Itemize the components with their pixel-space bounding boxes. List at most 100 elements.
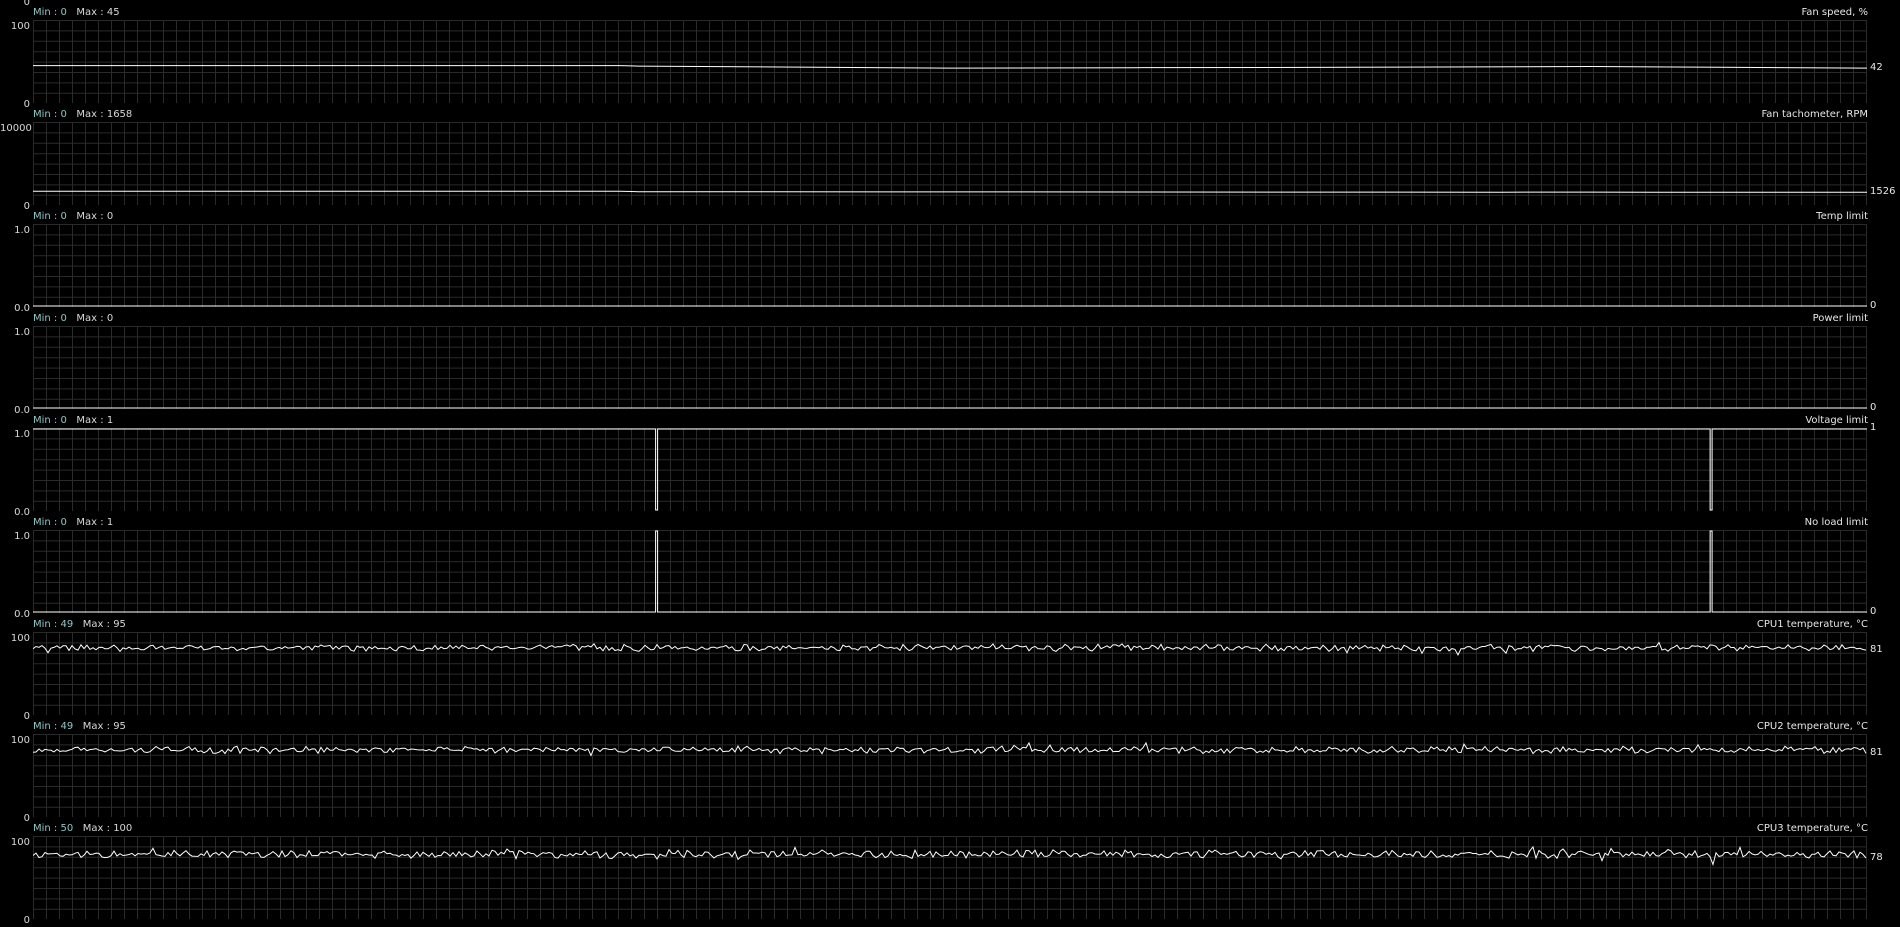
min-label: Min : (33, 721, 58, 732)
max-value: 1 (106, 415, 114, 426)
graph-panel[interactable]: 1.0 0.0 Min : 0 Max : 0 Power limit 0 (0, 306, 1900, 416)
plot-grid (33, 224, 1867, 307)
min-value: 0 (60, 109, 67, 120)
current-value-label: 78 (1870, 852, 1883, 864)
max-label: Max : (76, 109, 104, 120)
graph-plot-area[interactable] (33, 836, 1867, 919)
max-label: Max : (76, 313, 104, 324)
current-value-label: 1526 (1870, 186, 1896, 198)
min-max-readout: Min : 0 Max : 1 (33, 517, 113, 529)
min-label: Min : (33, 619, 58, 630)
graph-panel[interactable]: 100 0 Min : 0 Max : 45 Fan speed, % 42 (0, 0, 1900, 110)
graph-plot-area[interactable] (33, 632, 1867, 715)
min-label: Min : (33, 517, 58, 528)
min-value: 0 (60, 7, 67, 18)
graph-title: Fan speed, % (1801, 7, 1868, 18)
current-value-label: 81 (1870, 747, 1883, 759)
graph-title: No load limit (1804, 517, 1868, 528)
min-max-readout: Min : 0 Max : 45 (33, 7, 120, 19)
graph-title: CPU3 temperature, °C (1756, 823, 1868, 834)
max-value: 100 (113, 823, 133, 834)
graph-panel[interactable]: 1.0 0.0 Min : 0 Max : 1 Voltage limit 1 (0, 408, 1900, 518)
graph-title: CPU1 temperature, °C (1756, 619, 1868, 630)
min-value: 50 (60, 823, 74, 834)
axis-max-label: 100 (10, 21, 30, 32)
axis-max-label: 1.0 (14, 225, 30, 236)
graph-panel[interactable]: 1.0 0.0 Min : 0 Max : 1 No load limit 0 (0, 510, 1900, 620)
axis-max-label: 100 (10, 633, 30, 644)
min-label: Min : (33, 415, 58, 426)
axis-max-label: 1.0 (14, 531, 30, 542)
graph-trace-line (33, 190, 1867, 193)
max-label: Max : (76, 211, 104, 222)
graph-plot-area[interactable] (33, 224, 1867, 307)
max-value: 1 (106, 517, 114, 528)
graph-title: Fan tachometer, RPM (1761, 109, 1868, 120)
max-label: Max : (76, 7, 104, 18)
plot-grid (33, 428, 1867, 511)
min-label: Min : (33, 7, 58, 18)
graph-plot-area[interactable] (33, 530, 1867, 613)
min-value: 49 (60, 619, 74, 630)
current-value-label: 81 (1870, 644, 1883, 656)
axis-max-label: 1.0 (14, 327, 30, 338)
plot-grid (33, 836, 1867, 919)
graph-panel[interactable]: 10000 0 Min : 0 Max : 1658 Fan tachometer, … (0, 102, 1900, 212)
min-value: 0 (60, 313, 67, 324)
min-label: Min : (33, 313, 58, 324)
plot-grid (33, 326, 1867, 409)
graph-title: Power limit (1812, 313, 1868, 324)
min-label: Min : (33, 109, 58, 120)
graph-title: CPU2 temperature, °C (1756, 721, 1868, 732)
axis-min-label: 0 (23, 915, 30, 926)
min-value: 0 (60, 415, 67, 426)
graph-trace-line (33, 845, 1867, 867)
min-max-readout: Min : 0 Max : 1 (33, 415, 113, 427)
plot-grid (33, 20, 1867, 103)
max-value: 95 (113, 619, 126, 630)
min-max-readout: Min : 49 Max : 95 (33, 619, 126, 631)
graph-plot-area[interactable] (33, 428, 1867, 511)
min-max-readout: Min : 0 Max : 1658 (33, 109, 132, 121)
max-value: 1658 (106, 109, 133, 120)
min-value: 49 (60, 721, 74, 732)
hardware-monitor-graphs: 0 100 0 Min : 0 Max : 45 Fan speed, % 42 1000… (0, 0, 1900, 926)
max-label: Max : (82, 721, 110, 732)
max-value: 0 (106, 211, 114, 222)
axis-max-label: 100 (10, 735, 30, 746)
min-label: Min : (33, 823, 58, 834)
min-max-readout: Min : 0 Max : 0 (33, 313, 113, 325)
max-value: 95 (113, 721, 126, 732)
max-label: Max : (82, 619, 110, 630)
graph-title: Voltage limit (1805, 415, 1868, 426)
axis-max-label: 100 (10, 837, 30, 848)
min-max-readout: Min : 50 Max : 100 (33, 823, 132, 835)
graph-panel[interactable]: 100 0 Min : 49 Max : 95 CPU1 temperature, °… (0, 612, 1900, 722)
max-value: 45 (106, 7, 120, 18)
graph-trace-line (33, 65, 1867, 69)
plot-grid (33, 530, 1867, 613)
plot-grid (33, 632, 1867, 715)
graph-title: Temp limit (1816, 211, 1868, 222)
graph-trace-line (33, 530, 1867, 613)
graph-trace-line (33, 428, 1867, 511)
min-value: 0 (60, 211, 67, 222)
max-value: 0 (106, 313, 114, 324)
graph-panel[interactable]: 100 0 Min : 49 Max : 95 CPU2 temperature, °… (0, 714, 1900, 824)
min-value: 0 (60, 517, 67, 528)
graph-plot-area[interactable] (33, 20, 1867, 103)
graph-panel[interactable]: 1.0 0.0 Min : 0 Max : 0 Temp limit 0 (0, 204, 1900, 314)
graph-plot-area[interactable] (33, 326, 1867, 409)
axis-max-label: 1.0 (14, 429, 30, 440)
current-value-label: 42 (1870, 62, 1883, 74)
graph-plot-area[interactable] (33, 734, 1867, 817)
min-max-readout: Min : 0 Max : 0 (33, 211, 113, 223)
max-label: Max : (76, 415, 104, 426)
graph-panel[interactable]: 100 0 Min : 50 Max : 100 CPU3 temperature, … (0, 816, 1900, 926)
plot-grid (33, 734, 1867, 817)
current-value-label: 1 (1870, 422, 1877, 433)
min-max-readout: Min : 49 Max : 95 (33, 721, 126, 733)
graph-plot-area[interactable] (33, 122, 1867, 205)
max-label: Max : (76, 517, 104, 528)
axis-max-label: 10000 (0, 123, 32, 134)
